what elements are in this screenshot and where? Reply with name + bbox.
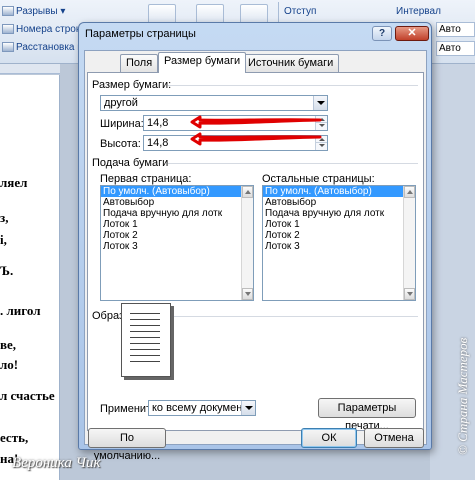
group-divider: [168, 85, 418, 86]
breaks-button[interactable]: Разрывы ▾: [2, 6, 65, 17]
first-page-list[interactable]: По умолч. (Автовыбор) Автовыбор Подача в…: [100, 185, 254, 301]
site-watermark: © Страна Мастеров: [455, 337, 470, 455]
scrollbar[interactable]: [403, 186, 415, 300]
width-label: Ширина:: [100, 118, 144, 130]
preview-line: [130, 313, 160, 314]
page-setup-dialog: Параметры страницы ? ✕ Поля Размер бумаг…: [78, 22, 432, 462]
document-line: i,: [0, 232, 7, 247]
document-line: . лигол: [0, 303, 41, 318]
preview-line: [130, 337, 160, 338]
list-item[interactable]: Подача вручную для лотк: [263, 208, 415, 219]
ruler: [0, 64, 60, 74]
preview-line: [130, 331, 160, 332]
close-button[interactable]: ✕: [395, 26, 429, 41]
scroll-down-icon[interactable]: [242, 288, 253, 300]
paper-size-value: другой: [104, 97, 138, 109]
list-item[interactable]: По умолч. (Автовыбор): [263, 186, 415, 197]
document-line: з,: [0, 210, 9, 225]
list-item[interactable]: Лоток 2: [263, 230, 415, 241]
document-line: есть,: [0, 430, 29, 445]
preview-line: [130, 343, 160, 344]
scroll-up-icon[interactable]: [242, 186, 253, 198]
list-item[interactable]: Автовыбор: [263, 197, 415, 208]
spacing-after-field[interactable]: Авто: [436, 41, 475, 56]
spin-down-icon[interactable]: [315, 143, 327, 150]
list-item[interactable]: Автовыбор: [101, 197, 253, 208]
ok-button[interactable]: ОК: [301, 428, 357, 448]
cancel-button[interactable]: Отмена: [364, 428, 424, 448]
preview-line: [130, 349, 160, 350]
list-item[interactable]: Лоток 3: [101, 241, 253, 252]
first-page-label: Первая страница:: [100, 173, 192, 185]
paper-size-label: Размер бумаги:: [92, 79, 172, 91]
list-item[interactable]: Лоток 1: [263, 219, 415, 230]
spin-down-icon[interactable]: [315, 123, 327, 130]
tab-margins[interactable]: Поля: [120, 54, 159, 72]
tab-paper-size[interactable]: Размер бумаги: [158, 52, 247, 73]
preview-line: [130, 355, 160, 356]
list-item[interactable]: Лоток 2: [101, 230, 253, 241]
width-spinner[interactable]: 14,8: [143, 115, 328, 131]
breaks-icon: [2, 6, 14, 17]
spin-up-icon[interactable]: [315, 136, 327, 143]
other-pages-list[interactable]: По умолч. (Автовыбор) Автовыбор Подача в…: [262, 185, 416, 301]
hyphenation-icon: [2, 42, 14, 53]
spacing-before-field[interactable]: Авто: [436, 22, 475, 37]
set-default-button[interactable]: По умолчанию...: [88, 428, 166, 462]
apply-to-select[interactable]: ко всему документу: [148, 400, 256, 416]
dialog-titlebar[interactable]: Параметры страницы ? ✕: [79, 23, 431, 45]
document-line: Ъ.: [0, 263, 14, 278]
other-pages-label: Остальные страницы:: [262, 173, 375, 185]
print-options-button[interactable]: Параметры печати...: [318, 398, 416, 432]
indent-group-label: Отступ: [284, 6, 317, 17]
paper-size-select[interactable]: другой: [100, 95, 328, 111]
width-value: 14,8: [147, 117, 169, 129]
height-label: Высота:: [100, 138, 141, 150]
list-item[interactable]: Лоток 3: [263, 241, 415, 252]
scrollbar[interactable]: [241, 186, 253, 300]
list-item[interactable]: Подача вручную для лотк: [101, 208, 253, 219]
group-divider: [136, 316, 418, 317]
document-page[interactable]: ляел з, i, Ъ. . лигол ве, ло! л счастье …: [0, 75, 60, 480]
height-spinner[interactable]: 14,8: [143, 135, 328, 151]
chevron-down-icon[interactable]: [241, 401, 255, 415]
preview-line: [130, 319, 160, 320]
preview-line: [130, 325, 160, 326]
document-line: л счастье: [0, 388, 55, 403]
scroll-down-icon[interactable]: [404, 288, 415, 300]
line-numbers-icon: [2, 24, 14, 35]
tab-paper-source[interactable]: Источник бумаги: [242, 54, 340, 72]
paper-size-panel: Размер бумаги: другой Ширина: 14,8 Высот…: [87, 72, 424, 432]
paper-source-label: Подача бумаги: [92, 157, 169, 169]
apply-to-value: ко всему документу: [152, 402, 253, 414]
preview-line: [130, 361, 160, 362]
group-divider: [168, 163, 418, 164]
dialog-title: Параметры страницы: [85, 28, 196, 40]
spacing-group-label: Интервал: [396, 6, 441, 17]
list-item[interactable]: Лоток 1: [101, 219, 253, 230]
height-value: 14,8: [147, 137, 169, 149]
spin-up-icon[interactable]: [315, 116, 327, 123]
hyphenation-button[interactable]: Расстановка пе: [2, 42, 88, 53]
scroll-up-icon[interactable]: [404, 186, 415, 198]
chevron-down-icon[interactable]: [313, 96, 327, 110]
line-numbers-button[interactable]: Номера строк: [2, 24, 80, 35]
page-preview: [121, 303, 171, 377]
author-watermark: Вероника Чик: [12, 455, 101, 471]
document-line: ляел: [0, 175, 28, 190]
list-item[interactable]: По умолч. (Автовыбор): [101, 186, 253, 197]
document-line: ло!: [0, 357, 19, 372]
document-line: ве,: [0, 337, 17, 352]
help-button[interactable]: ?: [372, 26, 392, 41]
